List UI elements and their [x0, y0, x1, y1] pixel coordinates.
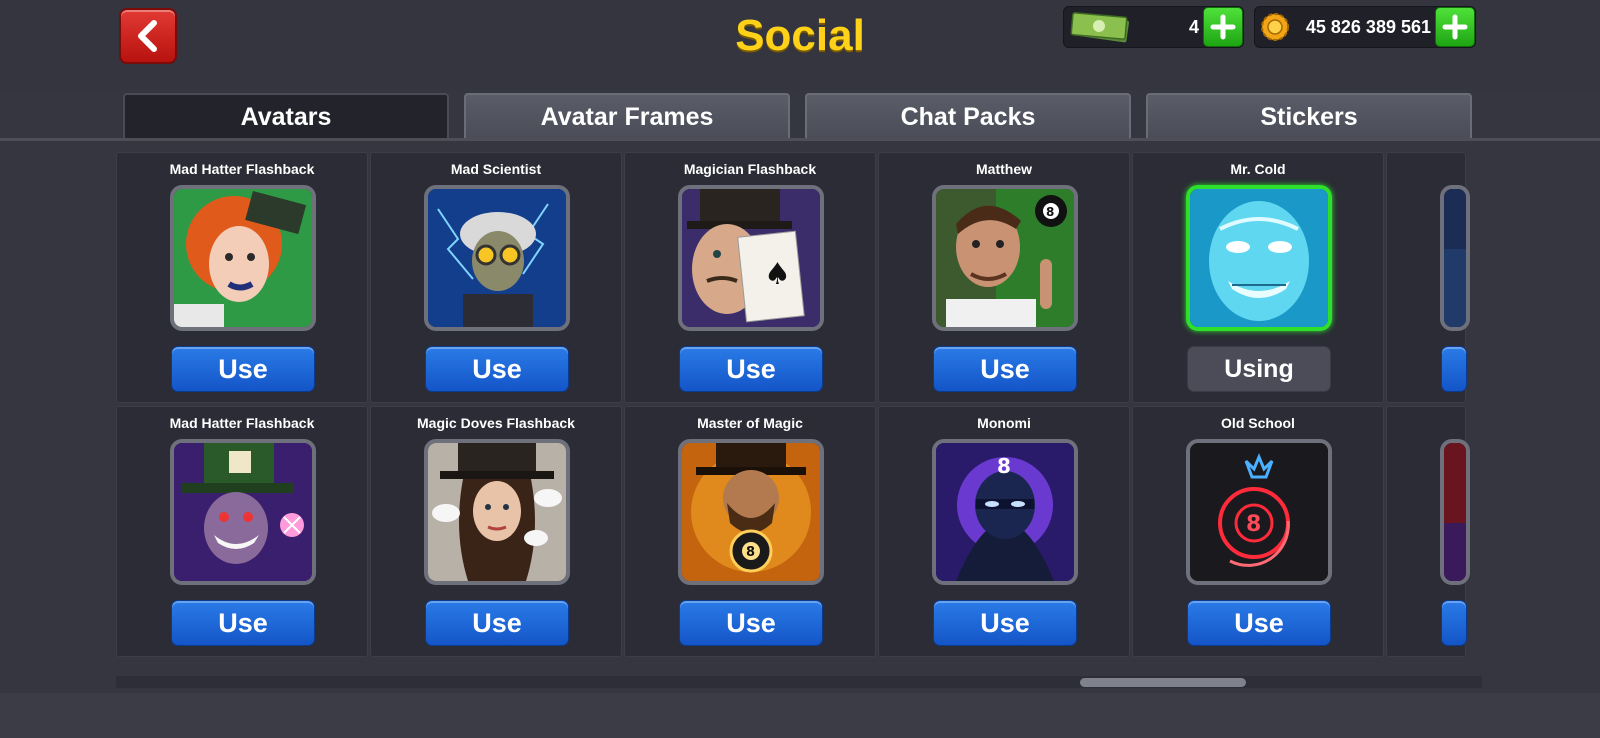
avatar-name: Mr. Cold	[1230, 161, 1286, 177]
use-button[interactable]: Use	[933, 346, 1077, 392]
avatar-card: Old School 8 Use	[1132, 406, 1384, 657]
svg-text:8: 8	[1046, 205, 1054, 219]
tab-avatars[interactable]: Avatars	[123, 93, 449, 141]
svg-text:8: 8	[746, 545, 755, 560]
use-button[interactable]: Use	[425, 346, 569, 392]
avatar-grid[interactable]: Mad Hatter Flashback Use Mad Scientist U…	[116, 152, 1482, 692]
avatar-card: Magician Flashback ♠ Use	[624, 152, 876, 403]
horizontal-scroll-thumb[interactable]	[1080, 678, 1246, 687]
use-button[interactable]: Use	[933, 600, 1077, 646]
use-button-partial[interactable]	[1441, 346, 1467, 392]
avatar-partial-image[interactable]	[1440, 439, 1470, 585]
avatar-name: Matthew	[976, 161, 1032, 177]
use-button[interactable]: Use	[171, 346, 315, 392]
avatar-magician-flashback-image[interactable]: ♠	[678, 185, 824, 331]
avatar-card: Mr. Cold Using	[1132, 152, 1384, 403]
use-button[interactable]: Use	[679, 600, 823, 646]
plus-icon	[1442, 14, 1468, 40]
using-button[interactable]: Using	[1187, 346, 1331, 392]
bottom-bar	[0, 693, 1600, 738]
use-button-partial[interactable]	[1441, 600, 1467, 646]
avatar-magic-doves-flashback-image[interactable]	[424, 439, 570, 585]
coin-icon	[1261, 13, 1289, 41]
avatar-mad-scientist-image[interactable]	[424, 185, 570, 331]
avatar-name: Mad Hatter Flashback	[169, 161, 315, 177]
svg-text:8: 8	[1246, 512, 1261, 537]
avatar-master-of-magic-image[interactable]: 8	[678, 439, 824, 585]
use-button[interactable]: Use	[425, 600, 569, 646]
avatar-name: Mad Scientist	[450, 161, 542, 177]
avatar-name: Master of Magic	[697, 415, 803, 431]
avatar-matthew-image[interactable]: 8	[932, 185, 1078, 331]
avatar-card: Monomi 8 Use	[878, 406, 1130, 657]
coin-balance: 45 826 389 561	[1254, 6, 1476, 48]
page-title: Social	[735, 11, 865, 60]
horizontal-scroll-track[interactable]	[116, 676, 1482, 688]
avatar-card: Master of Magic 8 Use	[624, 406, 876, 657]
avatar-card: Matthew 8 Use	[878, 152, 1130, 403]
avatar-name: Monomi	[977, 415, 1031, 431]
cash-amount: 4	[1188, 17, 1199, 37]
tab-avatar-frames[interactable]: Avatar Frames	[464, 93, 790, 139]
add-coins-button[interactable]	[1435, 7, 1475, 47]
avatar-card: Magic Doves Flashback Use	[370, 406, 622, 657]
avatar-mad-hatter-flashback-image[interactable]	[170, 185, 316, 331]
plus-icon	[1210, 14, 1236, 40]
avatar-card: Mad Hatter Flashback Use	[116, 406, 368, 657]
avatar-name: Old School	[1221, 415, 1295, 431]
avatar-partial-image[interactable]	[1440, 185, 1470, 331]
add-cash-button[interactable]	[1203, 7, 1243, 47]
tab-chat-packs[interactable]: Chat Packs	[805, 93, 1131, 139]
avatar-monomi-image[interactable]: 8	[932, 439, 1078, 585]
top-bar: Social 4 45 826 389 561	[0, 0, 1600, 90]
avatar-card-partial	[1386, 152, 1470, 403]
avatar-name: Mad Hatter Flashback	[169, 415, 315, 431]
cash-balance: 4	[1063, 6, 1244, 48]
coin-amount: 45 826 389 561	[1305, 17, 1431, 37]
cash-icon	[1070, 12, 1130, 43]
back-button[interactable]	[119, 8, 177, 64]
tab-stickers[interactable]: Stickers	[1146, 93, 1472, 139]
avatar-name: Magician Flashback	[683, 161, 817, 177]
avatar-mad-hatter-flashback-2-image[interactable]	[170, 439, 316, 585]
use-button[interactable]: Use	[1187, 600, 1331, 646]
svg-text:8: 8	[997, 454, 1011, 478]
avatar-name: Magic Doves Flashback	[417, 415, 575, 431]
chevron-left-icon	[138, 20, 157, 52]
svg-text:♠: ♠	[764, 257, 791, 292]
use-button[interactable]: Use	[171, 600, 315, 646]
avatar-mr-cold-image[interactable]	[1186, 185, 1332, 331]
avatar-card: Mad Scientist Use	[370, 152, 622, 403]
avatar-old-school-image[interactable]: 8	[1186, 439, 1332, 585]
tab-divider	[0, 138, 1600, 141]
use-button[interactable]: Use	[679, 346, 823, 392]
avatar-card-partial	[1386, 406, 1470, 657]
avatar-card: Mad Hatter Flashback Use	[116, 152, 368, 403]
